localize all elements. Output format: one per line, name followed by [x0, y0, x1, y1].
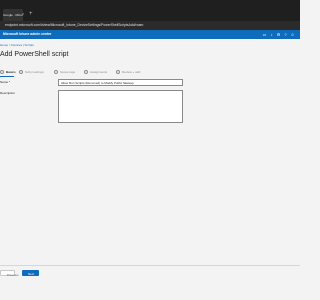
browser-tab[interactable]: Google · Micro	[3, 9, 23, 21]
feedback-icon[interactable]: ☺	[290, 32, 295, 37]
portal-title[interactable]: Microsoft Intune admin center	[3, 32, 51, 37]
active-step-underline	[0, 76, 14, 77]
step-label: Review + add	[122, 70, 141, 74]
step-script-settings[interactable]: Script settings	[19, 69, 44, 75]
description-label: Description	[0, 91, 16, 95]
new-tab-icon[interactable]: +	[29, 11, 33, 17]
gear-icon[interactable]: ⚙	[276, 32, 281, 37]
step-review-add[interactable]: Review + add	[116, 69, 140, 75]
step-label: Scope tags	[60, 70, 76, 74]
step-indicator-icon	[19, 70, 23, 74]
more-options-button[interactable]: ...	[62, 51, 66, 57]
step-label: Assignments	[90, 70, 108, 74]
bell-icon[interactable]: ♪	[269, 32, 274, 37]
screen-icon[interactable]: ▭	[262, 32, 267, 37]
address-bar[interactable]: endpoint.microsoft.com/#view/Microsoft_I…	[0, 21, 300, 30]
page-title: Add PowerShell script	[0, 51, 69, 58]
step-indicator-icon	[54, 70, 58, 74]
help-icon[interactable]: ?	[283, 32, 288, 37]
next-button[interactable]: Next	[22, 270, 39, 276]
wizard-steps: Basics Script settings Scope tags Assign…	[0, 69, 200, 75]
step-indicator-icon	[84, 70, 88, 74]
step-assignments[interactable]: Assignments	[84, 69, 107, 75]
name-field[interactable]	[58, 79, 183, 86]
url-text[interactable]: endpoint.microsoft.com/#view/Microsoft_I…	[5, 23, 205, 28]
previous-button[interactable]: Previous	[0, 270, 19, 277]
wizard-footer: Previous Next	[0, 265, 300, 278]
browser-tab-strip: Google · Micro × +	[0, 0, 300, 21]
step-indicator-icon	[0, 70, 4, 74]
breadcrumb[interactable]: Home > Devices | Scripts	[0, 43, 34, 47]
step-label: Basics	[6, 70, 16, 74]
portal-header: Microsoft Intune admin center ▭ ♪ ⚙ ? ☺	[0, 30, 300, 39]
browser-tab-title: Google · Micro	[3, 13, 23, 17]
close-icon[interactable]: ×	[22, 12, 24, 16]
step-basics[interactable]: Basics	[0, 69, 16, 75]
step-label: Script settings	[25, 70, 44, 74]
name-label: Name *	[0, 80, 11, 84]
step-scope-tags[interactable]: Scope tags	[54, 69, 75, 75]
step-indicator-icon	[116, 70, 120, 74]
description-field[interactable]	[58, 90, 183, 123]
